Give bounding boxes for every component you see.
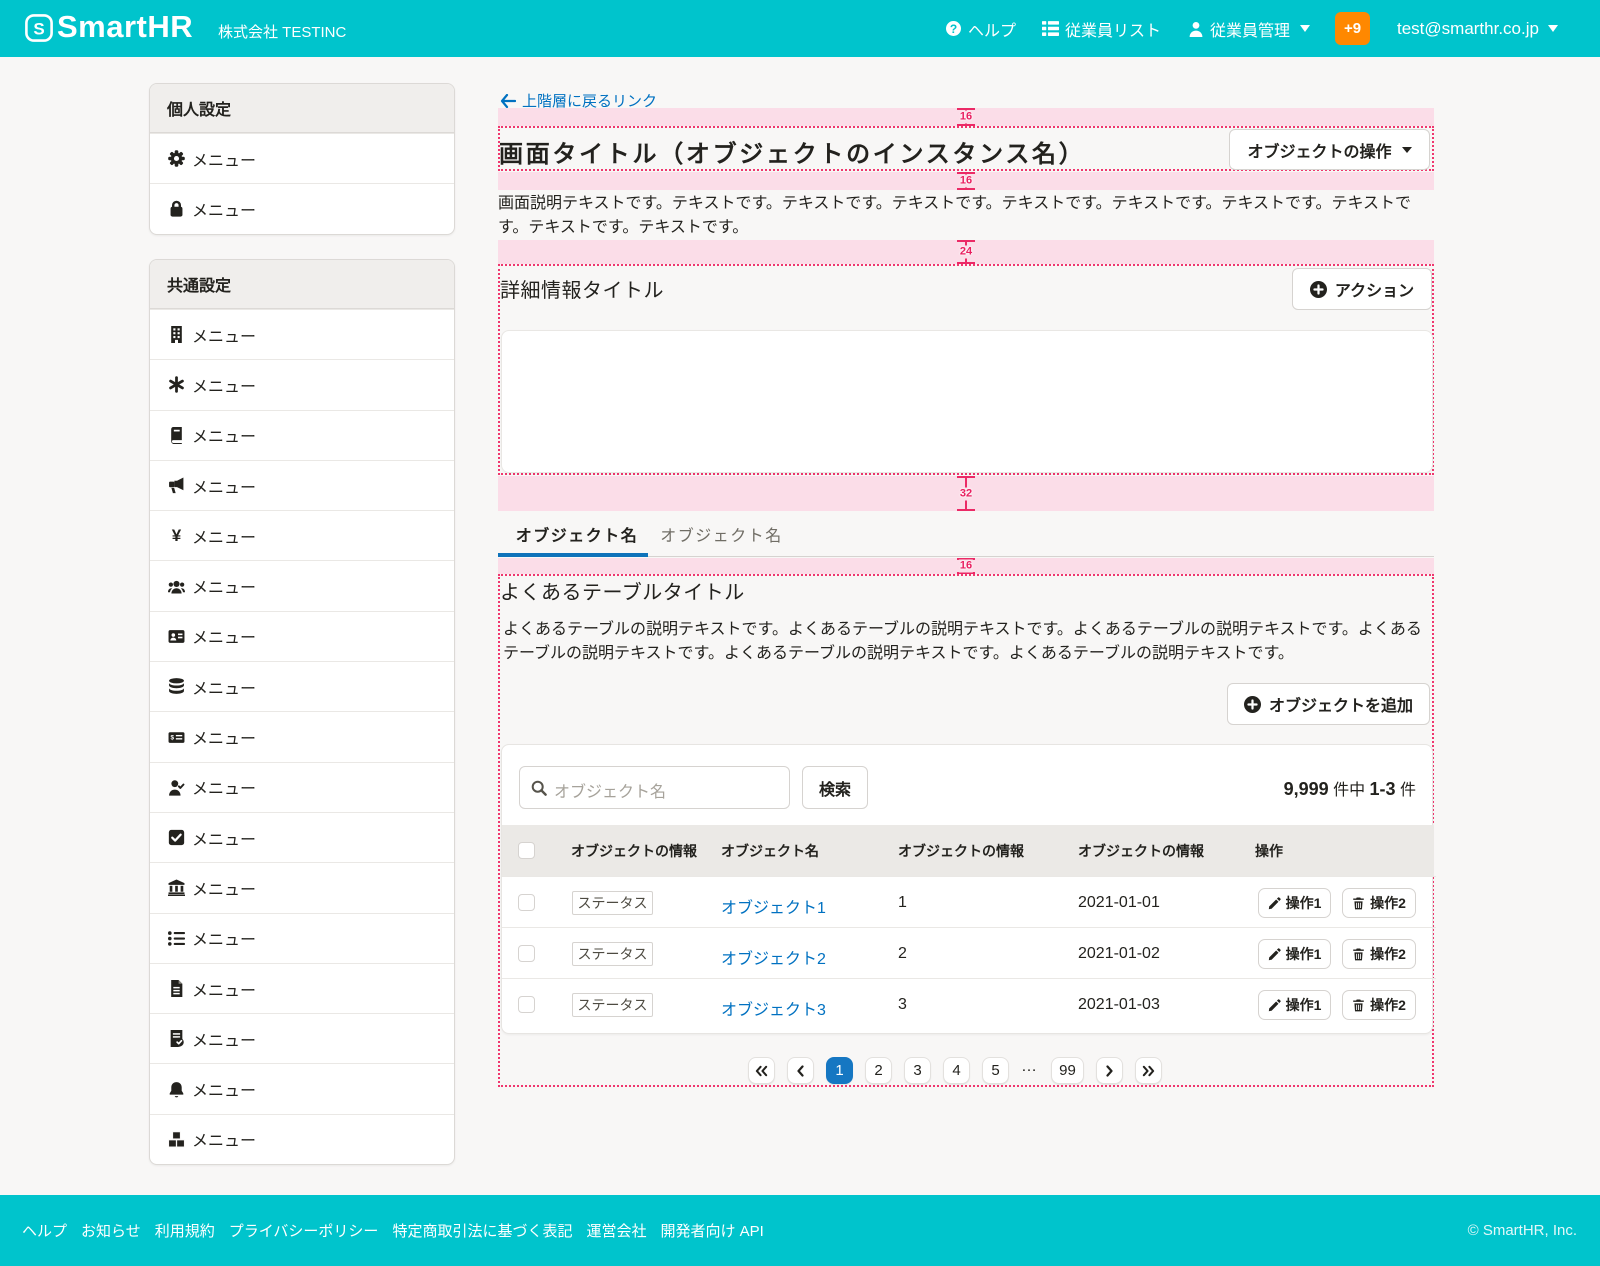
svg-text:S: S bbox=[33, 20, 44, 39]
svg-text:$: $ bbox=[171, 734, 175, 741]
